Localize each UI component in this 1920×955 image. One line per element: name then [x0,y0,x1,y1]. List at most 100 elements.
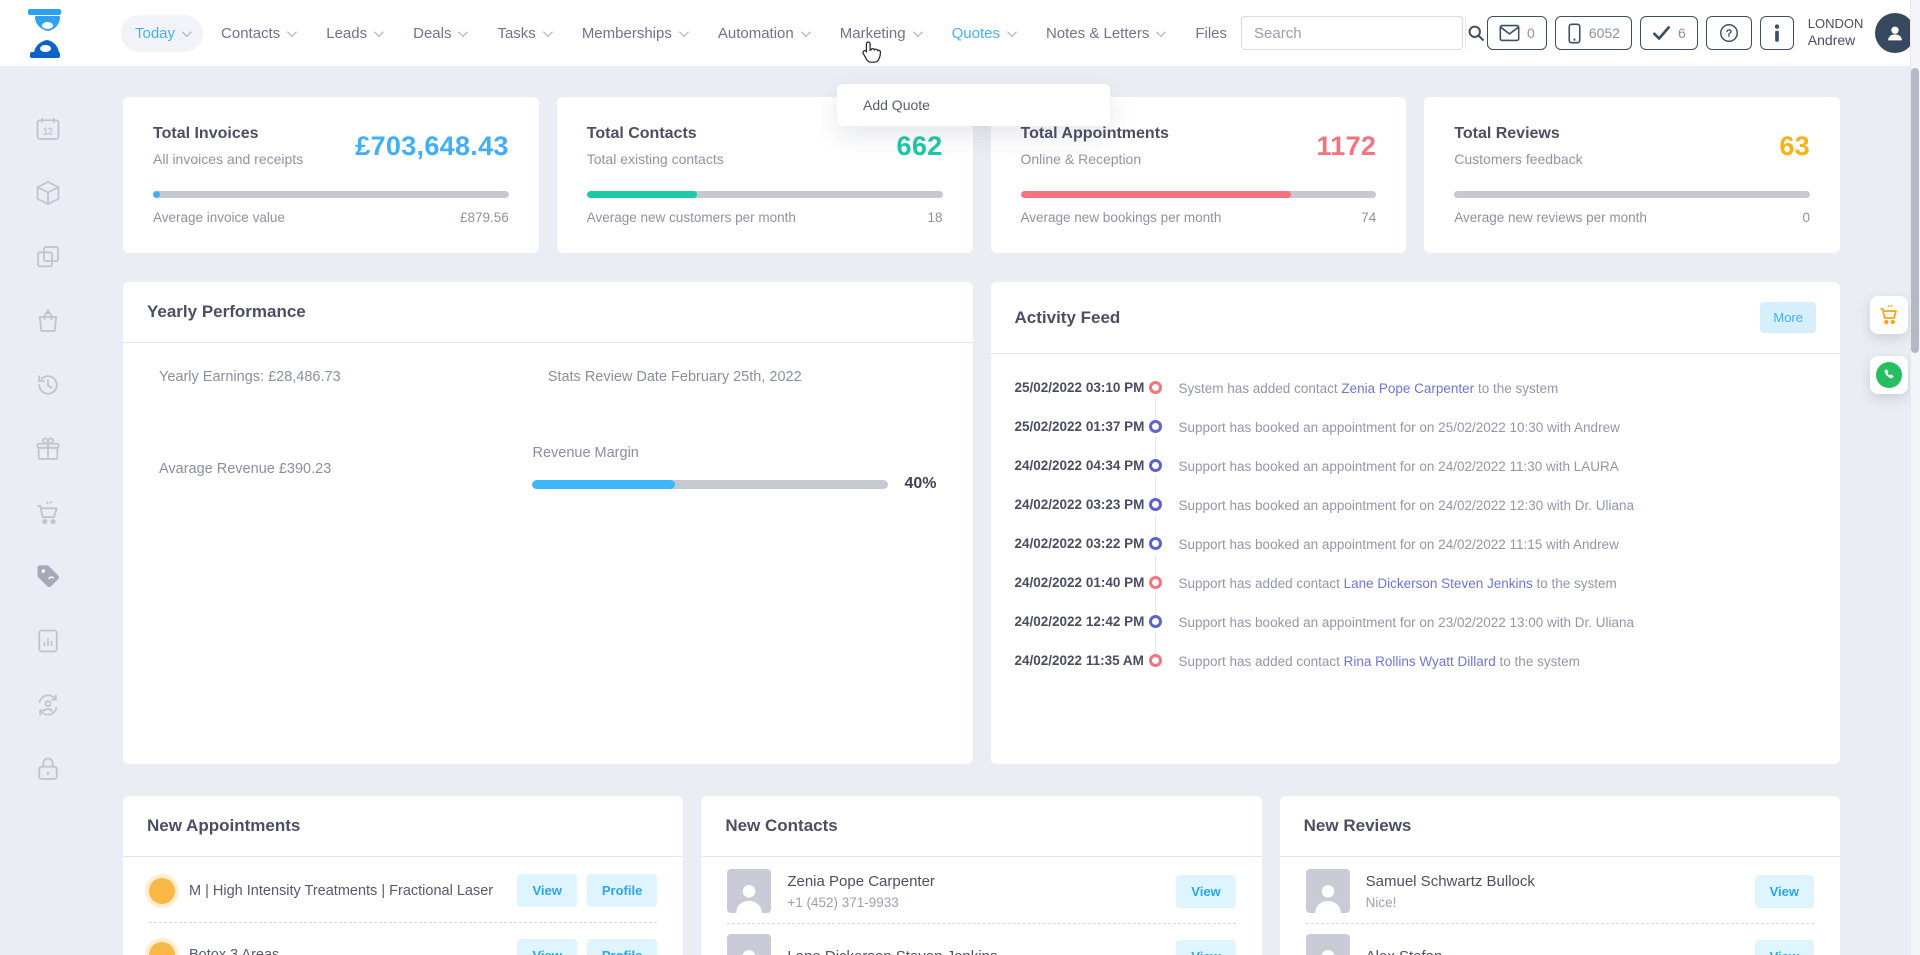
search-input[interactable] [1242,17,1465,49]
stat-title: Total Appointments [1021,125,1169,143]
view-button[interactable]: View [1176,940,1235,955]
stat-subtitle: Online & Reception [1021,151,1169,167]
nav-item-deals[interactable]: Deals [399,15,479,52]
sidebar-history-icon[interactable] [33,370,63,400]
sidebar-tag-icon[interactable] [33,562,63,592]
sidebar-gift-icon[interactable] [33,434,63,464]
feed-text: Support has booked an appointment for on… [1179,615,1635,630]
chevron-down-icon [801,27,811,37]
appointment-dot-icon [1149,498,1162,511]
stat-title: Total Reviews [1454,125,1582,143]
nav-item-notes-letters[interactable]: Notes & Letters [1032,15,1177,52]
revenue-margin-label: Revenue Margin [532,445,936,461]
stat-footer-value: £879.56 [460,210,509,225]
sidebar: 12 [0,66,96,955]
view-button[interactable]: View [517,939,576,955]
appointment-list-item: Botox 3 Areas View Profile [149,923,657,955]
feed-text: Support has booked an appointment for on… [1179,459,1619,474]
feed-text: to the system [1496,654,1580,669]
contact-name: Lane Dickerson Steven Jenkins [787,948,997,955]
nav-item-quotes[interactable]: Quotes [938,15,1028,52]
stat-title: Total Contacts [587,125,724,143]
feed-text: Support has booked an appointment for on… [1179,498,1635,513]
mail-button[interactable]: 0 [1487,16,1547,50]
feed-item: 24/02/2022 04:34 PM Support has booked a… [1015,458,1817,474]
feed-item: 24/02/2022 11:35 AM Support has added co… [1015,653,1817,669]
new-appointments-panel: New Appointments M | High Intensity Trea… [123,796,683,955]
app-logo-icon[interactable] [25,8,69,58]
feed-item: 25/02/2022 01:37 PM Support has booked a… [1015,419,1817,435]
stat-value: 662 [897,131,943,162]
contact-link[interactable]: Lane Dickerson Steven Jenkins [1344,576,1533,591]
view-button[interactable]: View [1755,940,1814,955]
sidebar-package-icon[interactable] [33,178,63,208]
nav-item-memberships[interactable]: Memberships [568,15,700,52]
sidebar-shopping-bag-icon[interactable] [33,306,63,336]
page-scrollbar [1910,0,1920,955]
view-button[interactable]: View [1176,875,1235,908]
sidebar-copy-icon[interactable] [33,242,63,272]
nav-item-contacts[interactable]: Contacts [207,15,308,52]
scrollbar-thumb[interactable] [1911,68,1919,353]
stat-title: Total Invoices [153,125,303,143]
review-comment: Nice! [1366,895,1535,910]
chevron-down-icon [374,27,384,37]
nav-item-tasks[interactable]: Tasks [483,15,563,52]
appointment-dot-icon [1149,615,1162,628]
svg-text:12: 12 [43,126,53,136]
profile-button[interactable]: Profile [587,939,657,955]
panel-title: Activity Feed [1015,308,1121,328]
stats-review-date: Stats Review Date February 25th, 2022 [548,369,937,385]
profile-button[interactable]: Profile [587,874,657,907]
chevron-down-icon [287,27,297,37]
panel-title: New Contacts [725,816,837,836]
progress-fill [153,191,160,198]
appointment-name: M | High Intensity Treatments | Fraction… [189,883,493,899]
feed-time: 24/02/2022 12:42 PM [1015,614,1137,629]
tasks-button[interactable]: 6 [1640,16,1698,50]
panel-title: Yearly Performance [147,302,306,322]
new-contacts-panel: New Contacts Zenia Pope Carpenter +1 (45… [701,796,1261,955]
nav-item-files[interactable]: Files [1181,15,1241,52]
mail-count: 0 [1527,25,1535,41]
view-button[interactable]: View [1755,875,1814,908]
activity-feed-list: 25/02/2022 03:10 PM System has added con… [991,354,1841,669]
stat-footer-value: 74 [1361,210,1376,225]
floating-call-button[interactable] [1870,356,1908,394]
nav-item-today[interactable]: Today [121,15,203,52]
stat-footer-label: Average invoice value [153,210,285,225]
review-list-item: Samuel Schwartz Bullock Nice! View [1306,859,1814,924]
stat-value: 63 [1779,131,1810,162]
review-list-item: Alex Stefan View [1306,924,1814,955]
search-button[interactable] [1465,17,1486,49]
more-button[interactable]: More [1760,302,1816,333]
contact-link[interactable]: Zenia Pope Carpenter [1341,381,1474,396]
stat-footer-value: 18 [927,210,942,225]
nav-item-label: Notes & Letters [1046,25,1149,42]
contact-link[interactable]: Rina Rollins Wyatt Dillard [1344,654,1496,669]
sidebar-calendar-icon[interactable]: 12 [33,114,63,144]
appointment-name: Botox 3 Areas [189,947,279,955]
appointment-status-icon [149,942,175,955]
sidebar-cart-icon[interactable] [33,498,63,528]
stat-subtitle: Total existing contacts [587,151,724,167]
sidebar-lock-icon[interactable] [33,754,63,784]
feed-time: 24/02/2022 11:35 AM [1015,653,1137,668]
phone-button[interactable]: 6052 [1555,16,1632,50]
feed-text: System has added contact [1179,381,1342,396]
menu-item-add-quote[interactable]: Add Quote [837,84,1110,126]
progress-track [1021,191,1377,198]
phone-icon [1567,23,1582,44]
user-name: Andrew [1808,32,1864,50]
svg-text:?: ? [1726,29,1732,40]
nav-item-leads[interactable]: Leads [312,15,395,52]
sidebar-user-sync-icon[interactable] [33,690,63,720]
panel-title: New Reviews [1304,816,1412,836]
contact-phone: +1 (452) 371-9933 [787,895,935,910]
sidebar-report-icon[interactable] [33,626,63,656]
nav-item-automation[interactable]: Automation [704,15,822,52]
info-button[interactable] [1760,16,1794,50]
floating-cart-button[interactable] [1870,296,1908,334]
view-button[interactable]: View [517,874,576,907]
help-button[interactable]: ? [1706,16,1752,50]
